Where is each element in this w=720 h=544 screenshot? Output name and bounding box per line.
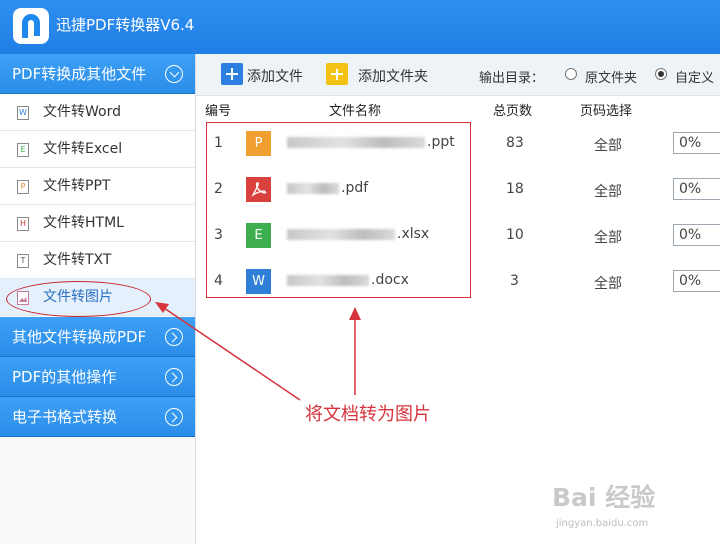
baidu-watermark-url: jingyan.baidu.com: [556, 518, 649, 529]
baidu-watermark: Bai 经验: [552, 483, 656, 512]
arrow-diagonal-line: [163, 307, 301, 401]
arrow-up-head: [349, 307, 361, 320]
annotation-text: 将文档转为图片: [305, 404, 431, 425]
annotation-arrows: [155, 302, 361, 401]
arrow-diagonal-head: [155, 302, 169, 313]
